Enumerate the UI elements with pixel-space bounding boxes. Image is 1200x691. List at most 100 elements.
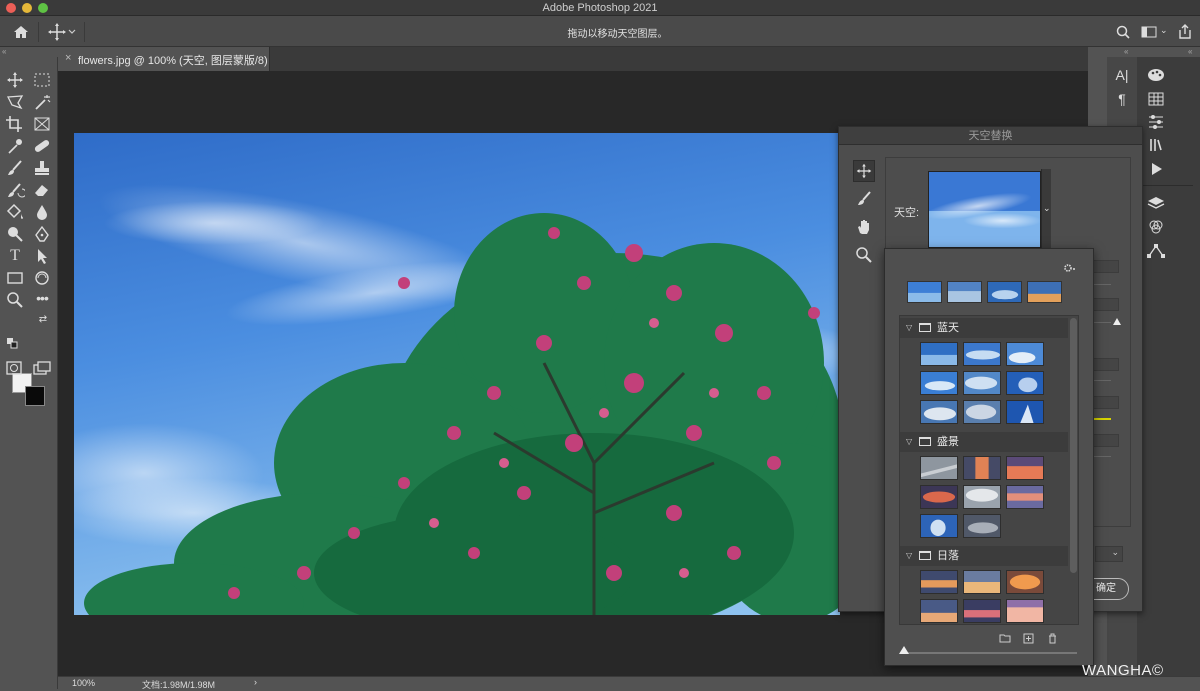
paragraph-icon[interactable]: ¶ [1111,91,1133,107]
sky-preset-thumb[interactable] [1006,485,1044,509]
sky-preset-thumb[interactable] [920,400,958,424]
lasso-icon[interactable] [5,93,25,111]
share-icon[interactable] [1178,24,1192,39]
sky-preset-thumb[interactable] [1006,400,1044,424]
blur-icon[interactable] [32,203,52,221]
add-sky-icon[interactable] [1023,633,1034,644]
history-brush-icon[interactable] [5,181,25,199]
sky-preset-thumb[interactable] [963,485,1001,509]
rotate-view-icon[interactable] [32,269,52,287]
character-icon[interactable]: A| [1111,67,1133,83]
folder-icon [919,437,931,446]
sky-preset-thumb[interactable] [963,371,1001,395]
search-icon[interactable] [1116,25,1130,39]
rectangle-icon[interactable] [5,269,25,287]
move-icon[interactable] [5,71,25,89]
slider-knob[interactable] [1113,318,1121,325]
preset-list-scrollbar[interactable] [1070,318,1077,573]
brush-icon[interactable] [5,159,25,177]
watermark: WANGHA© [1082,662,1164,679]
libraries-icon[interactable] [1145,137,1167,153]
sky-preset-thumb[interactable] [1006,570,1044,594]
gear-icon[interactable] [1063,263,1077,273]
healing-icon[interactable] [32,137,52,155]
sky-preset-thumb[interactable] [920,342,958,366]
thumbnail-size-slider[interactable] [903,652,1077,654]
actions-play-icon[interactable] [1145,161,1167,177]
crop-icon[interactable] [5,115,25,133]
canvas-photo[interactable] [74,133,840,615]
preset-group-header[interactable]: ▽ 日落 [900,546,1068,566]
chevron-down-icon: ▽ [906,323,913,332]
sky-preset-thumb[interactable] [963,599,1001,623]
pen-icon[interactable] [32,225,52,243]
sky-preset-thumb[interactable] [920,599,958,623]
sky-preset-thumb[interactable] [1006,371,1044,395]
slider-knob[interactable] [899,646,909,654]
zoom-tool-icon[interactable] [853,244,875,266]
sky-preset-thumb[interactable] [963,456,1001,480]
channels-icon[interactable] [1145,219,1167,235]
new-group-folder-icon[interactable] [999,633,1011,643]
recent-sky-thumb[interactable] [987,281,1022,303]
sky-preset-thumb[interactable] [1006,599,1044,623]
sky-preset-thumb[interactable] [963,514,1001,538]
close-tab-icon[interactable]: × [65,52,71,64]
frame-icon[interactable] [32,115,52,133]
workspace-icon[interactable] [1141,26,1157,38]
sky-preset-thumb[interactable] [920,456,958,480]
more-tools-icon[interactable]: ••• [32,289,52,307]
document-tab[interactable]: × flowers.jpg @ 100% (天空, 图层蒙版/8) [58,47,270,71]
type-icon[interactable]: T [5,247,25,265]
sky-preset-thumb[interactable] [1006,456,1044,480]
quick-mask-icon[interactable] [4,359,24,377]
zoom-level[interactable]: 100% [72,678,95,688]
recent-sky-thumb[interactable] [907,281,942,303]
default-colors-icon[interactable] [6,337,20,349]
sky-preset-thumb[interactable] [920,570,958,594]
window-titlebar: Adobe Photoshop 2021 [0,0,1200,16]
output-dropdown[interactable]: ⌄ [1095,546,1123,562]
paths-icon[interactable] [1145,243,1167,259]
sky-preset-thumb[interactable] [963,570,1001,594]
sky-dropdown-toggle[interactable]: ⌄ [1041,169,1051,250]
collapse-arrows-icon[interactable]: « [2,47,6,57]
chevron-down-icon[interactable]: ⌄ [1160,25,1168,36]
marquee-icon[interactable] [32,71,52,89]
adjustments-icon[interactable] [1145,114,1167,130]
collapse-arrows-icon[interactable]: « [1124,47,1128,57]
sky-preset-thumb[interactable] [920,514,958,538]
tools-panel: T ••• ⇄ [0,57,58,689]
background-color-swatch[interactable] [25,386,45,406]
eraser-icon[interactable] [32,181,52,199]
recent-sky-thumb[interactable] [947,281,982,303]
status-menu-arrow[interactable]: › [254,677,257,687]
zoom-icon[interactable] [5,291,25,309]
sky-preset-thumb[interactable] [963,342,1001,366]
recent-sky-thumb[interactable] [1027,281,1062,303]
sky-move-tool-icon[interactable] [853,160,875,182]
preset-group-header[interactable]: ▽ 盛景 [900,432,1068,452]
path-select-icon[interactable] [32,247,52,265]
color-palette-icon[interactable] [1145,67,1167,83]
sky-brush-tool-icon[interactable] [853,188,875,210]
sky-preset-thumb[interactable] [963,400,1001,424]
sky-preset-list[interactable]: ▽ 蓝天 ▽ 盛景 ▽ 日落 [899,315,1079,625]
dodge-icon[interactable] [5,225,25,243]
hand-tool-icon[interactable] [853,216,875,238]
sky-preset-thumb[interactable] [920,485,958,509]
sky-preset-thumb[interactable] [920,371,958,395]
stamp-icon[interactable] [32,159,52,177]
eyedropper-icon[interactable] [5,137,25,155]
sky-thumbnail[interactable] [928,171,1041,248]
magic-wand-icon[interactable] [32,93,52,111]
layers-icon[interactable] [1145,195,1167,211]
swap-colors-icon[interactable]: ⇄ [36,311,50,329]
screen-mode-icon[interactable] [32,359,52,377]
preset-group-header[interactable]: ▽ 蓝天 [900,318,1068,338]
paint-bucket-icon[interactable] [5,203,25,221]
trash-icon[interactable] [1047,633,1058,644]
collapse-arrows-icon[interactable]: « [1188,47,1192,57]
swatches-icon[interactable] [1145,91,1167,107]
sky-preset-thumb[interactable] [1006,342,1044,366]
